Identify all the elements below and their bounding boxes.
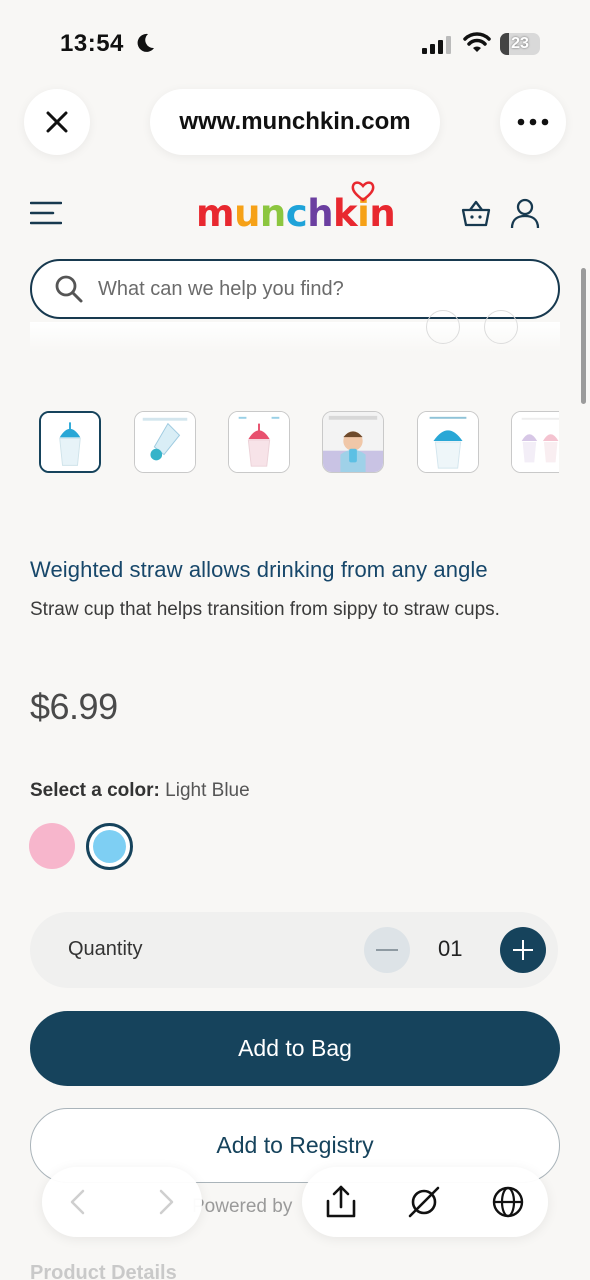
page-scrollbar[interactable]	[581, 268, 586, 404]
munchkin-logo[interactable]: munchkin	[196, 180, 396, 235]
signal-icon	[422, 36, 451, 54]
browser-tool-controls	[302, 1167, 548, 1237]
moon-icon	[137, 33, 154, 52]
increase-quantity-button[interactable]	[500, 927, 546, 973]
thumbnail-6[interactable]	[511, 411, 559, 473]
more-icon	[517, 118, 549, 126]
selected-color-value: Light Blue	[165, 780, 250, 801]
wifi-icon	[463, 32, 491, 52]
thumbnail-1[interactable]	[39, 411, 101, 473]
product-details-heading[interactable]: Product Details	[30, 1262, 177, 1280]
url-bar[interactable]: www.munchkin.com	[150, 89, 440, 155]
color-selector-label: Select a color: Light Blue	[30, 780, 250, 802]
share-icon[interactable]	[324, 1184, 358, 1220]
cup-lineup-image	[512, 412, 559, 472]
decrease-quantity-button[interactable]	[364, 927, 410, 973]
thumbnail-2[interactable]	[134, 411, 196, 473]
close-tab-button[interactable]	[24, 89, 90, 155]
product-headline: Weighted straw allows drinking from any …	[30, 557, 488, 582]
product-price: $6.99	[30, 686, 118, 727]
product-description: Straw cup that helps transition from sip…	[30, 599, 500, 620]
straw-diagram-image	[135, 412, 195, 472]
carousel-next-button[interactable]	[484, 310, 518, 344]
status-time: 13:54	[60, 30, 124, 57]
quantity-stepper: Quantity 01	[30, 912, 558, 988]
blue-cup-closeup-image	[418, 412, 478, 472]
quantity-value[interactable]: 01	[438, 936, 462, 962]
globe-icon[interactable]	[492, 1186, 524, 1218]
child-with-cup-image	[323, 412, 383, 472]
browser-nav-controls	[42, 1167, 202, 1237]
thumbnail-4[interactable]	[322, 411, 384, 473]
bag-icon[interactable]	[460, 198, 492, 228]
search-bar[interactable]	[30, 259, 560, 319]
logo-letter: n	[259, 192, 286, 235]
product-thumbnails	[39, 411, 559, 473]
vpn-icon[interactable]	[406, 1184, 442, 1220]
blue-cup-image	[41, 413, 99, 471]
more-options-button[interactable]	[500, 89, 566, 155]
user-icon[interactable]	[510, 197, 540, 229]
logo-letter: h	[307, 192, 334, 235]
hero-image-bottom	[30, 310, 560, 352]
battery-indicator: 23	[500, 33, 540, 55]
pink-cup-image	[229, 412, 289, 472]
battery-level: 23	[511, 35, 529, 52]
carousel-prev-button[interactable]	[426, 310, 460, 344]
thumbnail-5[interactable]	[417, 411, 479, 473]
add-to-bag-button[interactable]: Add to Bag	[30, 1011, 560, 1086]
color-swatch-pink[interactable]	[29, 823, 75, 869]
logo-letter: c	[285, 192, 308, 235]
color-swatch-light-blue[interactable]	[86, 823, 133, 870]
menu-icon[interactable]	[30, 201, 62, 225]
search-icon	[55, 275, 83, 303]
swatch-fill	[93, 830, 126, 863]
thumbnail-3[interactable]	[228, 411, 290, 473]
logo-letter: m	[196, 192, 235, 235]
close-icon	[46, 111, 68, 133]
color-label-text: Select a color:	[30, 780, 160, 801]
status-bar: 13:54 23	[0, 0, 590, 86]
heart-icon	[351, 181, 375, 202]
forward-arrow-icon[interactable]	[154, 1189, 178, 1215]
search-input[interactable]	[98, 277, 518, 301]
logo-letter: u	[234, 192, 260, 235]
back-arrow-icon[interactable]	[66, 1189, 90, 1215]
quantity-label: Quantity	[68, 938, 143, 960]
powered-by-text: Powered by	[192, 1196, 293, 1217]
